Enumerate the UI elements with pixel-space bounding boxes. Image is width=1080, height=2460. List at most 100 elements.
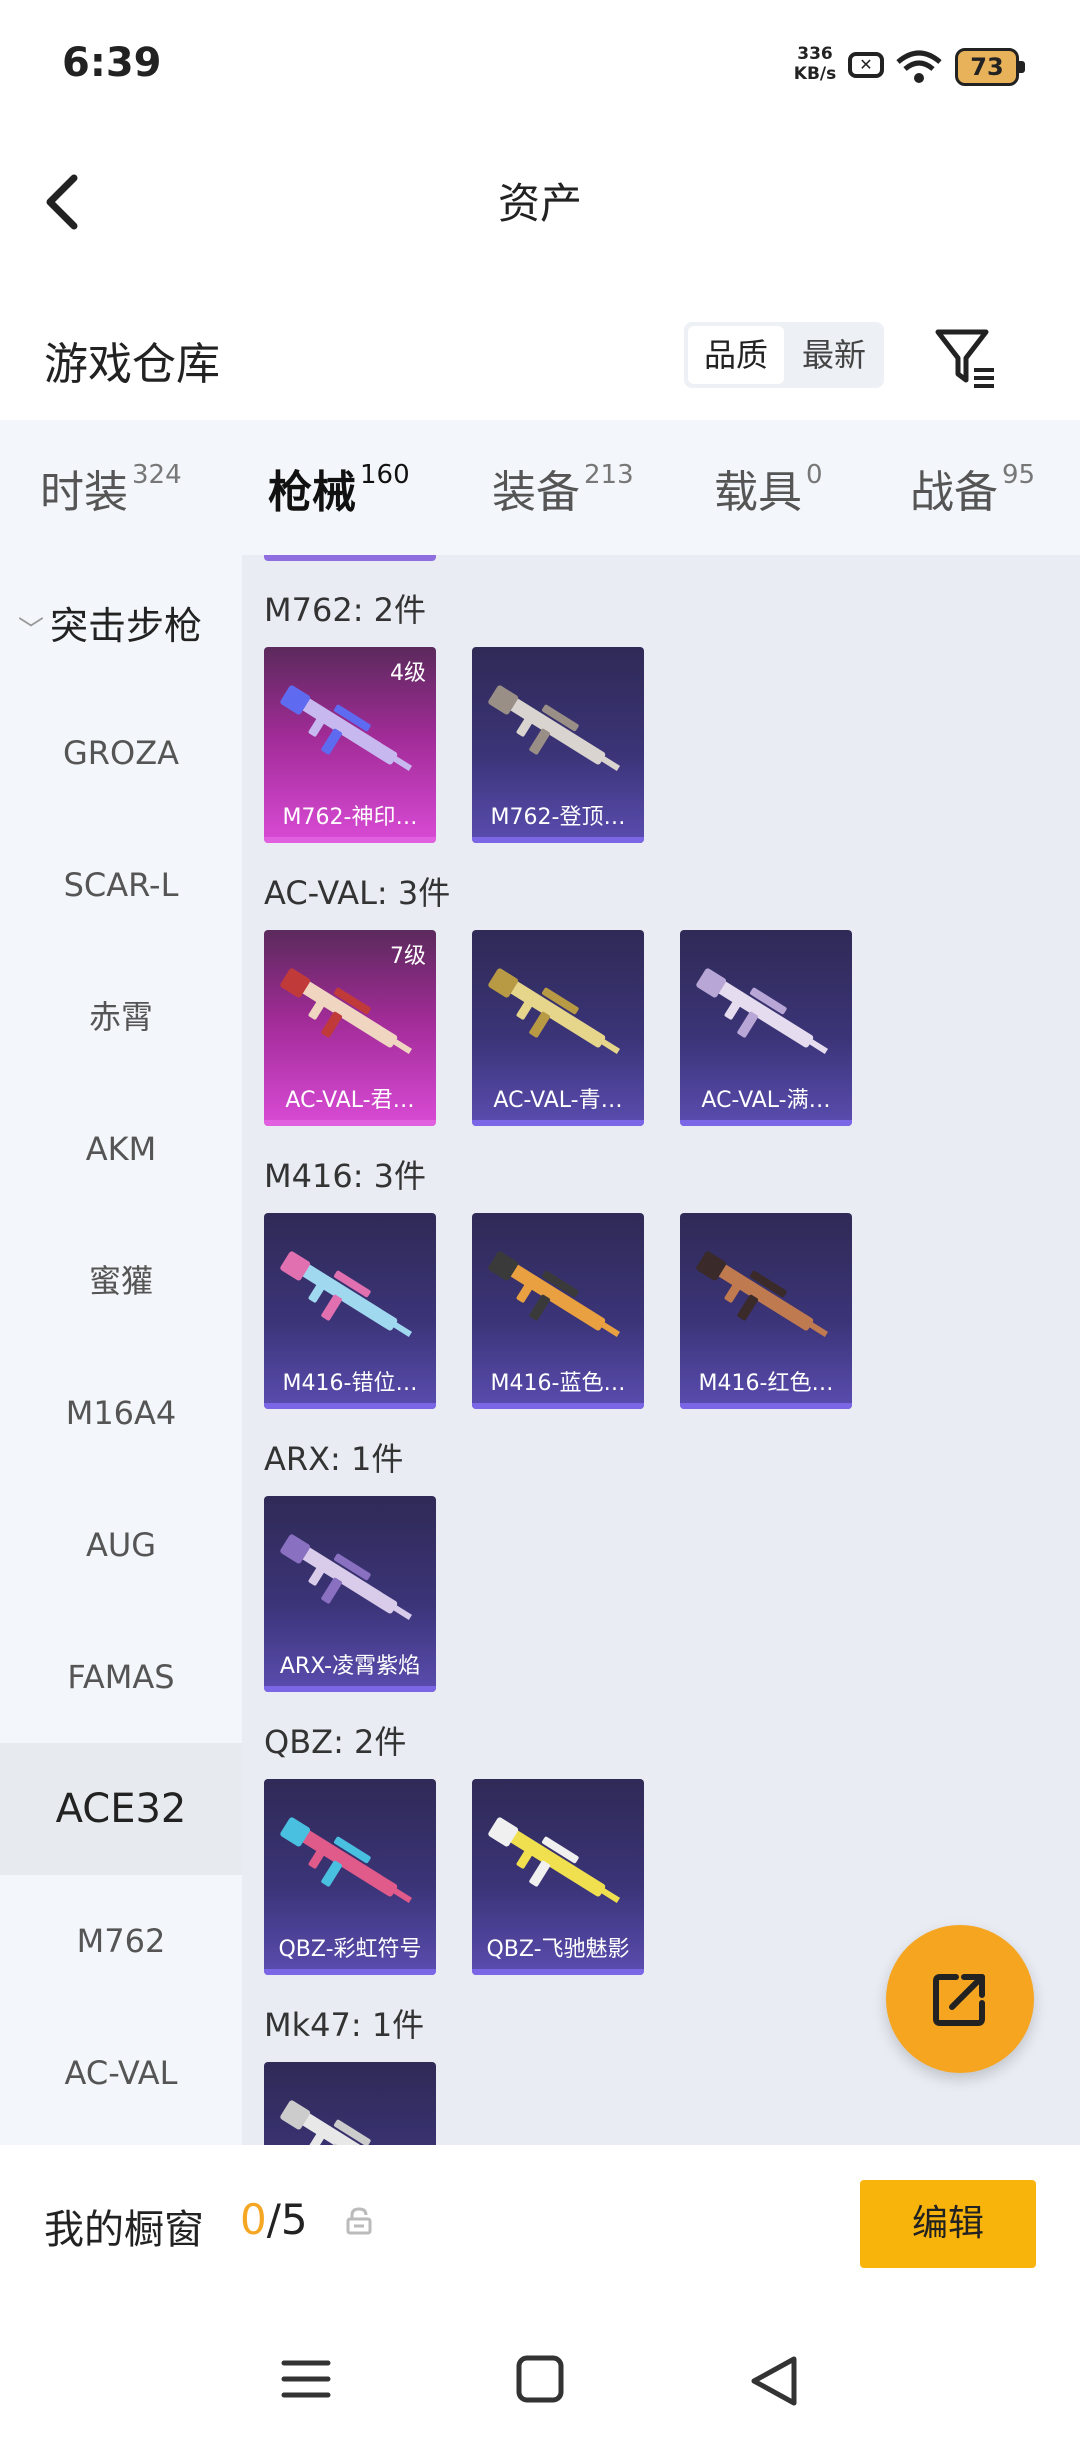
showcase-count: 0/5: [240, 2195, 308, 2244]
sidebar-item-ac-val[interactable]: AC-VAL: [0, 2007, 242, 2139]
weapon-card[interactable]: [264, 2062, 436, 2145]
weapon-card[interactable]: M416-错位…: [264, 1213, 436, 1409]
sort-newest-button[interactable]: 最新: [788, 326, 880, 384]
weapon-grid: M762: 2件 4级 M762-神印… M762-登顶… AC-VAL: 3件 7级 AC…: [242, 555, 1080, 2145]
section-label: M416: 3件: [264, 1157, 427, 1195]
weapon-name: ARX-凌霄紫焰: [279, 1654, 421, 1679]
weapon-image-icon: [488, 1251, 621, 1337]
filter-icon[interactable]: [930, 322, 1000, 392]
rarity-bar: [472, 837, 644, 843]
warehouse-title: 游戏仓库: [44, 339, 220, 390]
weapon-card[interactable]: QBZ-彩虹符号: [264, 1779, 436, 1975]
rarity-bar: [472, 1403, 644, 1409]
weapon-name: QBZ-飞驰魅影: [486, 1937, 630, 1962]
section-label: AC-VAL: 3件: [264, 874, 451, 912]
sidebar-item-chixiao[interactable]: 赤霄: [0, 951, 242, 1083]
page-title: 资产: [497, 179, 582, 228]
sidebar-item-honey-badger[interactable]: 蜜獾: [0, 1215, 242, 1347]
tab-weapons[interactable]: 枪械 160: [268, 456, 410, 565]
showcase-label: 我的橱窗: [44, 2207, 204, 2253]
back-nav-icon[interactable]: [746, 2353, 802, 2413]
weapon-card[interactable]: ARX-凌霄紫焰: [264, 1496, 436, 1692]
rarity-bar: [264, 1120, 436, 1126]
warehouse-row: 游戏仓库 品质 最新: [0, 300, 1080, 420]
lock-icon: [346, 2207, 372, 2239]
rarity-bar: [264, 837, 436, 843]
rarity-bar: [680, 1120, 852, 1126]
weapon-card[interactable]: AC-VAL-满…: [680, 930, 852, 1126]
weapon-image-icon: [280, 1251, 413, 1337]
weapon-card[interactable]: M416-蓝色…: [472, 1213, 644, 1409]
sidebar-item-m16a4[interactable]: M16A4: [0, 1347, 242, 1479]
weapon-card[interactable]: M416-红色…: [680, 1213, 852, 1409]
weapon-name: QBZ-彩虹符号: [278, 1937, 422, 1962]
sidebar-item-aug[interactable]: AUG: [0, 1479, 242, 1611]
weapon-card[interactable]: QBZ-飞驰魅影: [472, 1779, 644, 1975]
battery-indicator: 73: [955, 48, 1025, 86]
weapon-card[interactable]: 7级 AC-VAL-君…: [264, 930, 436, 1126]
wifi-icon: [894, 48, 944, 92]
sidebar-item-famas[interactable]: FAMAS: [0, 1611, 242, 1743]
weapon-image-icon: [488, 1817, 621, 1903]
tier-badge: 4级: [390, 661, 426, 686]
menu-nav-icon[interactable]: [280, 2353, 332, 2409]
sidebar-item-ace32[interactable]: ACE32: [0, 1743, 242, 1875]
sidebar-group-assault-rifles[interactable]: ﹀ 突击步枪: [18, 595, 202, 650]
weapon-name: M416-红色…: [698, 1371, 834, 1396]
weapon-image-icon: [488, 685, 621, 771]
rarity-bar: [472, 1120, 644, 1126]
tab-fashion[interactable]: 时装 324: [40, 456, 182, 520]
rarity-bar: [264, 1403, 436, 1409]
weapon-card[interactable]: AC-VAL-青…: [472, 930, 644, 1126]
net-speed: 336 KB/s: [793, 44, 837, 84]
weapon-image-icon: [280, 1817, 413, 1903]
sidebar-item-groza[interactable]: GROZA: [0, 687, 242, 819]
section-label: Mk47: 1件: [264, 2006, 425, 2044]
tab-vehicles[interactable]: 载具 0: [714, 456, 823, 520]
weapon-name: AC-VAL-青…: [493, 1088, 623, 1113]
tab-supplies[interactable]: 战备 95: [910, 456, 1035, 520]
weapon-card[interactable]: 4级 M762-神印…: [264, 647, 436, 843]
weapon-image-icon: [280, 685, 413, 771]
weapon-name: M762-登顶…: [490, 805, 626, 830]
previous-card-edge: [264, 555, 436, 561]
weapon-image-icon: [696, 1251, 829, 1337]
weapon-sidebar: ﹀ 突击步枪 GROZA SCAR-L 赤霄 AKM 蜜獾 M16A4 AUG F…: [0, 555, 242, 2145]
edit-showcase-button[interactable]: 编辑: [860, 2180, 1036, 2268]
section-label: M762: 2件: [264, 591, 427, 629]
category-tabs: 时装 324 枪械 160 装备 213 载具 0 战备 95: [0, 420, 1080, 565]
sort-quality-button[interactable]: 品质: [688, 326, 784, 384]
section-label: QBZ: 2件: [264, 1723, 407, 1761]
sort-toggle: 品质 最新: [684, 322, 884, 388]
status-time: 6:39: [62, 40, 162, 86]
rarity-bar: [680, 1403, 852, 1409]
rarity-bar: [264, 1686, 436, 1692]
weapon-name: M416-蓝色…: [490, 1371, 626, 1396]
home-nav-icon[interactable]: [514, 2353, 566, 2409]
weapon-name: M416-错位…: [282, 1371, 418, 1396]
rarity-bar: [264, 1969, 436, 1975]
tab-equipment[interactable]: 装备 213: [492, 456, 634, 520]
status-bar: 6:39 336 KB/s ✕ 73: [0, 0, 1080, 140]
weapon-image-icon: [488, 968, 621, 1054]
share-button[interactable]: [886, 1925, 1034, 2073]
showcase-bar: 我的橱窗 0/5 编辑: [0, 2145, 1080, 2305]
section-label: ARX: 1件: [264, 1440, 404, 1478]
weapon-name: AC-VAL-满…: [701, 1088, 831, 1113]
weapon-image-icon: [280, 1534, 413, 1620]
weapon-image-icon: [280, 968, 413, 1054]
weapon-image-icon: [280, 2100, 398, 2145]
system-nav-bar: [0, 2305, 1080, 2460]
rarity-bar: [472, 1969, 644, 1975]
sidebar-item-m762[interactable]: M762: [0, 1875, 242, 2007]
tier-badge: 7级: [390, 944, 426, 969]
weapon-name: M762-神印…: [282, 805, 418, 830]
weapon-card[interactable]: M762-登顶…: [472, 647, 644, 843]
weapon-name: AC-VAL-君…: [285, 1088, 415, 1113]
app-header: 资产: [0, 140, 1080, 260]
sidebar-item-akm[interactable]: AKM: [0, 1083, 242, 1215]
chevron-down-icon: ﹀: [18, 616, 45, 646]
weapon-image-icon: [696, 968, 829, 1054]
sidebar-item-scar-l[interactable]: SCAR-L: [0, 819, 242, 951]
share-icon: [933, 1974, 985, 2026]
